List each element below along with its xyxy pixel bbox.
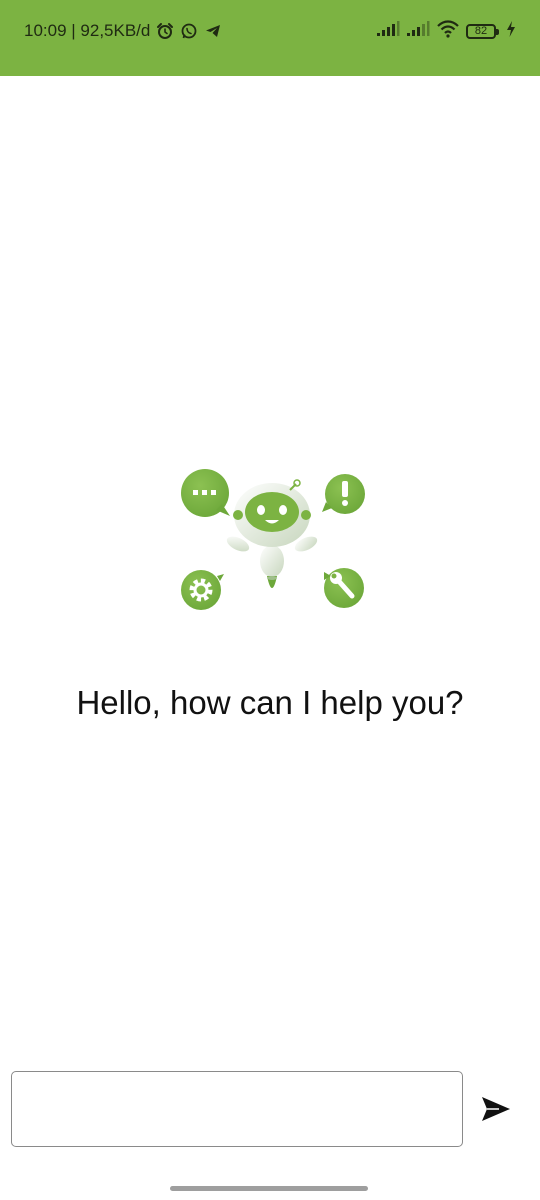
battery-icon: 82 bbox=[466, 23, 499, 39]
send-button[interactable] bbox=[476, 1090, 516, 1128]
chat-bubble-icon bbox=[181, 469, 230, 517]
wrench-icon bbox=[324, 568, 364, 608]
send-icon bbox=[482, 1097, 510, 1121]
whatsapp-icon bbox=[180, 22, 198, 40]
status-right: 82 bbox=[376, 18, 516, 44]
signal-icon bbox=[406, 20, 430, 42]
signal-icon bbox=[376, 20, 400, 42]
telegram-icon bbox=[204, 22, 222, 40]
chatbot-robot-illustration bbox=[176, 468, 368, 612]
alert-bubble-icon bbox=[322, 474, 365, 514]
robot-icon bbox=[226, 479, 318, 588]
battery-level: 82 bbox=[474, 25, 488, 37]
status-left: 10:09 | 92,5KB/d bbox=[24, 19, 222, 43]
charging-icon bbox=[506, 20, 516, 42]
gear-icon bbox=[181, 570, 224, 610]
message-input[interactable] bbox=[11, 1071, 463, 1147]
wifi-icon bbox=[436, 19, 460, 43]
status-bar: 10:09 | 92,5KB/d 82 bbox=[0, 0, 540, 76]
greeting-text: Hello, how can I help you? bbox=[76, 684, 464, 721]
chat-screen: 10:09 | 92,5KB/d 82 Hello, how can I hel… bbox=[0, 0, 540, 1200]
alarm-icon bbox=[156, 22, 174, 40]
home-indicator[interactable] bbox=[170, 1186, 368, 1191]
status-time-network: 10:09 | 92,5KB/d bbox=[24, 21, 151, 40]
